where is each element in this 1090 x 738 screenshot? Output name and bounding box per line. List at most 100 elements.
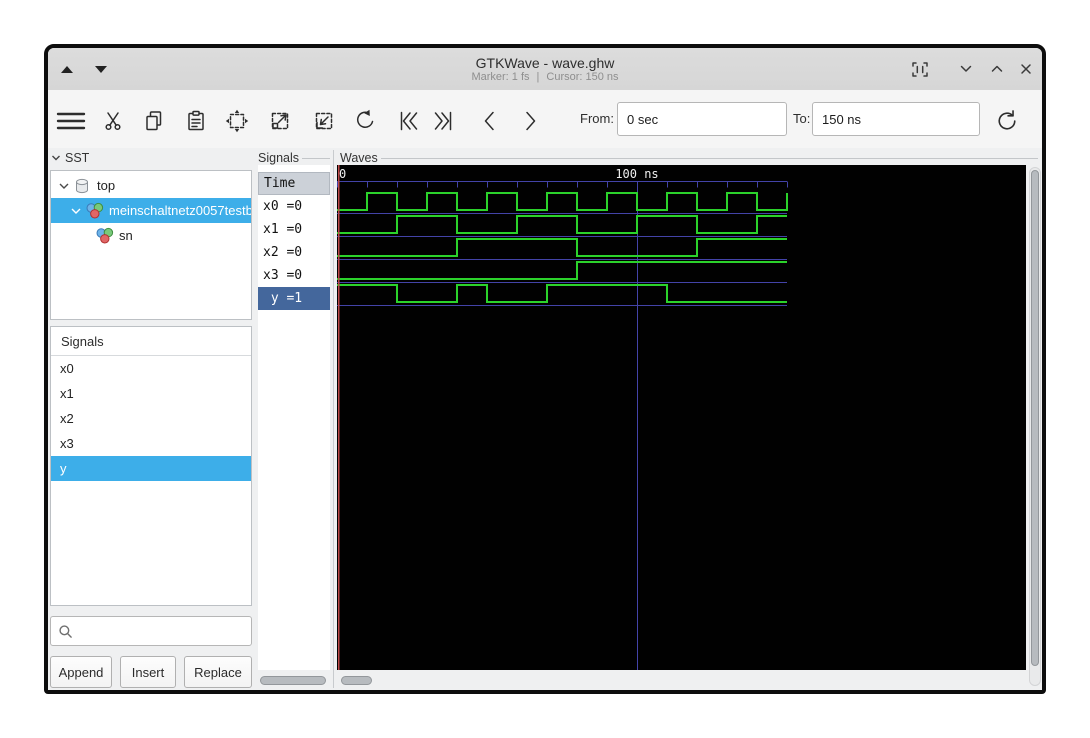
undo-icon [356, 109, 374, 128]
value-row-x0[interactable]: x0 =0 [258, 195, 330, 218]
tree-label: sn [119, 228, 133, 243]
from-label: From: [580, 111, 614, 126]
titlebar-down-button[interactable] [86, 48, 116, 90]
zoom-fit-button[interactable] [222, 106, 252, 136]
paste-icon [188, 110, 204, 131]
tree-row-sn[interactable]: sn [51, 223, 251, 248]
scrollbar-thumb[interactable] [1031, 170, 1039, 666]
zoom-out-button[interactable] [309, 106, 339, 136]
to-value: 150 ns [822, 111, 862, 127]
collapse-chevron-icon[interactable] [50, 152, 62, 164]
waves-panel-header: Waves [340, 150, 1038, 166]
scrollbar-thumb[interactable] [341, 676, 372, 685]
zoom-out-icon [315, 112, 333, 130]
scrollbar-thumb[interactable] [260, 676, 326, 685]
values-panel: Time x0 =0 x1 =0 x2 =0 x3 =0 y =1 [258, 165, 330, 670]
cut-icon [105, 112, 121, 131]
menu-button[interactable] [56, 106, 86, 136]
waveform-area[interactable]: 0 100 ns [337, 165, 1026, 670]
tree-label: top [97, 178, 116, 193]
fit-window-icon [912, 61, 928, 77]
frame-line [302, 158, 330, 159]
skip-to-start-button[interactable] [393, 106, 423, 136]
window-title: GTKWave - wave.ghw [475, 54, 615, 71]
frame-line [380, 158, 1038, 159]
value-row-x1[interactable]: x1 =0 [258, 218, 330, 241]
cursor-status: Cursor: 150 ns [546, 70, 619, 83]
titlebar[interactable]: GTKWave - wave.ghw Marker: 1 fs | Cursor… [48, 48, 1042, 91]
sst-tree-panel: top meinschaltnetz0057testb sn [50, 170, 252, 320]
tree-label: meinschaltnetz0057testb [109, 203, 251, 218]
up-arrow-icon [61, 65, 73, 73]
zoom-in-icon [271, 112, 289, 130]
tree-row-top[interactable]: top [51, 173, 251, 198]
gtkwave-window: GTKWave - wave.ghw Marker: 1 fs | Cursor… [44, 44, 1046, 694]
expander-icon[interactable] [69, 204, 83, 218]
instance-icon [85, 202, 105, 220]
down-arrow-icon [95, 65, 107, 73]
minimize-button[interactable] [951, 48, 981, 90]
close-icon [1021, 64, 1031, 74]
value-row-x2[interactable]: x2 =0 [258, 241, 330, 264]
signal-list-header: Signals [51, 327, 251, 356]
values-panel-header: Signals [258, 150, 330, 166]
maximize-button[interactable] [982, 48, 1012, 90]
titlebar-up-button[interactable] [52, 48, 82, 90]
signal-list-item-x3[interactable]: x3 [51, 431, 251, 456]
close-button[interactable] [1011, 48, 1041, 90]
to-input[interactable]: 150 ns [812, 102, 980, 136]
time-header-cell[interactable]: Time [258, 172, 330, 195]
from-input[interactable]: 0 sec [617, 102, 787, 136]
previous-edge-icon [484, 111, 494, 131]
instance-icon [95, 227, 115, 245]
signal-list-panel: Signals x0 x1 x2 x3 y [50, 326, 252, 606]
undo-button[interactable] [350, 106, 380, 136]
chevron-up-icon [991, 65, 1003, 72]
module-icon [73, 177, 93, 195]
svg-text:0: 0 [339, 167, 346, 181]
status-separator: | [536, 70, 540, 83]
from-value: 0 sec [627, 111, 659, 127]
zoom-in-button[interactable] [265, 106, 295, 136]
pane-splitter[interactable] [333, 150, 334, 688]
signal-list-item-x2[interactable]: x2 [51, 406, 251, 431]
waves-header-label: Waves [340, 151, 378, 165]
to-label: To: [793, 111, 811, 126]
svg-text:100 ns: 100 ns [615, 167, 658, 181]
waveform-canvas[interactable]: 0 100 ns [337, 165, 1026, 670]
replace-button[interactable]: Replace [184, 656, 252, 688]
previous-edge-button[interactable] [475, 106, 505, 136]
search-icon [59, 624, 72, 638]
next-edge-icon [526, 111, 536, 131]
zoom-fit-icon [225, 109, 249, 133]
skip-to-end-button[interactable] [429, 106, 459, 136]
copy-button[interactable] [139, 106, 169, 136]
value-row-x3[interactable]: x3 =0 [258, 264, 330, 287]
insert-button[interactable]: Insert [120, 656, 176, 688]
chevron-down-icon [960, 65, 972, 72]
cut-button[interactable] [99, 106, 129, 136]
paste-button[interactable] [181, 106, 211, 136]
waves-vertical-scrollbar[interactable] [1029, 167, 1041, 686]
values-header-label: Signals [258, 151, 299, 165]
sst-header-label: SST [65, 151, 90, 165]
toolbar: From: 0 sec To: 150 ns [48, 90, 1042, 148]
signal-list-item-x0[interactable]: x0 [51, 356, 251, 381]
signal-list-item-x1[interactable]: x1 [51, 381, 251, 406]
skip-to-end-icon [434, 111, 452, 131]
tree-row-testbench[interactable]: meinschaltnetz0057testb [51, 198, 251, 223]
window-status: Marker: 1 fs | Cursor: 150 ns [471, 71, 618, 84]
copy-icon [146, 111, 162, 131]
waves-horizontal-scrollbar[interactable] [337, 675, 1026, 687]
reload-button[interactable] [992, 106, 1022, 136]
signal-list-item-y[interactable]: y [51, 456, 251, 481]
signal-search-input[interactable] [50, 616, 252, 646]
next-edge-button[interactable] [515, 106, 545, 136]
values-horizontal-scrollbar[interactable] [258, 675, 330, 687]
value-row-y[interactable]: y =1 [258, 287, 330, 310]
append-button[interactable]: Append [50, 656, 112, 688]
marker-status: Marker: 1 fs [471, 70, 530, 83]
expander-icon[interactable] [57, 179, 71, 193]
fit-window-button[interactable] [905, 48, 935, 90]
menu-icon [56, 112, 86, 130]
